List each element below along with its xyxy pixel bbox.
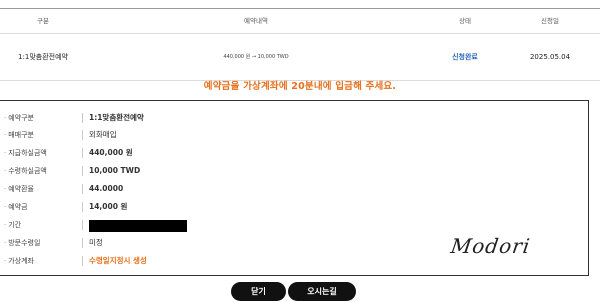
divider [82, 202, 83, 212]
detail-row-exchange-rate: · 예약환율 44.0000 [0, 181, 420, 197]
detail-row-receive-amount: · 수령하실금액 10,000 TWD [0, 163, 420, 179]
directions-button[interactable]: 오시는길 [288, 282, 356, 301]
row-detail: 440,000 원 → 10,000 TWD [223, 54, 289, 60]
detail-label: 기간 [8, 221, 22, 229]
detail-value: 14,000 원 [89, 202, 128, 211]
detail-label: 예약금 [8, 203, 28, 211]
detail-value: 44.0000 [89, 184, 124, 193]
reservation-table: 구분 예약내역 상태 신청일 1:1맞춤환전예약 440,000 원 → 10,… [0, 8, 600, 81]
deposit-notice: 예약금을 가상계좌에 20분내에 입금해 주세요. [203, 81, 397, 92]
header-type: 구분 [37, 17, 49, 25]
bullet-icon: · [4, 167, 7, 175]
table-row: 1:1맞춤환전예약 440,000 원 → 10,000 TWD 신청완료 20… [0, 34, 600, 81]
detail-row-period: · 기간 [0, 217, 420, 233]
status-badge: 신청완료 [452, 53, 478, 61]
detail-value: 외화매입 [89, 130, 117, 139]
detail-label: 예약환율 [8, 185, 34, 193]
divider [82, 256, 83, 266]
detail-label: 방문수령일 [8, 239, 41, 247]
divider [82, 148, 83, 158]
divider [82, 130, 83, 140]
bullet-icon: · [4, 149, 7, 157]
detail-row-trade-type: · 매매구분 외화매입 [0, 127, 420, 143]
handwritten-signature: Modori [449, 234, 533, 258]
header-detail: 예약내역 [244, 17, 268, 25]
redacted-block [89, 220, 187, 232]
row-type: 1:1맞춤환전예약 [18, 53, 68, 61]
detail-value: 미정 [89, 238, 103, 247]
header-status: 상태 [459, 17, 471, 25]
detail-label: 예약구분 [8, 114, 34, 122]
bullet-icon: · [4, 203, 7, 211]
detail-value: 수령일지정시 생성 [89, 256, 147, 265]
row-date: 2025.05.04 [529, 53, 571, 61]
bullet-icon: · [4, 257, 7, 265]
detail-row-pay-amount: · 지급하실금액 440,000 원 [0, 145, 420, 161]
detail-row-deposit: · 예약금 14,000 원 [0, 199, 420, 215]
divider [82, 220, 83, 230]
bullet-icon: · [4, 239, 7, 247]
divider [82, 113, 83, 123]
bullet-icon: · [4, 185, 7, 193]
detail-label: 매매구분 [8, 131, 34, 139]
divider [82, 238, 83, 248]
detail-value: 1:1맞춤환전예약 [89, 113, 144, 122]
table-header: 구분 예약내역 상태 신청일 [0, 8, 600, 34]
detail-row-virtual-account: · 가상계좌 수령일지정시 생성 [0, 253, 420, 269]
detail-value: 440,000 원 [89, 148, 133, 157]
detail-label: 수령하실금액 [8, 167, 47, 175]
divider [82, 166, 83, 176]
detail-row-reservation-type: · 예약구분 1:1맞춤환전예약 [0, 110, 420, 126]
close-button[interactable]: 닫기 [231, 282, 286, 301]
header-date: 신청일 [541, 17, 559, 25]
detail-label: 지급하실금액 [8, 149, 47, 157]
bullet-icon: · [4, 131, 7, 139]
detail-value: 10,000 TWD [89, 166, 141, 175]
bullet-icon: · [4, 114, 7, 122]
bullet-icon: · [4, 221, 7, 229]
detail-row-visit-date: · 방문수령일 미정 [0, 235, 420, 251]
detail-label: 가상계좌 [8, 257, 34, 265]
divider [82, 184, 83, 194]
